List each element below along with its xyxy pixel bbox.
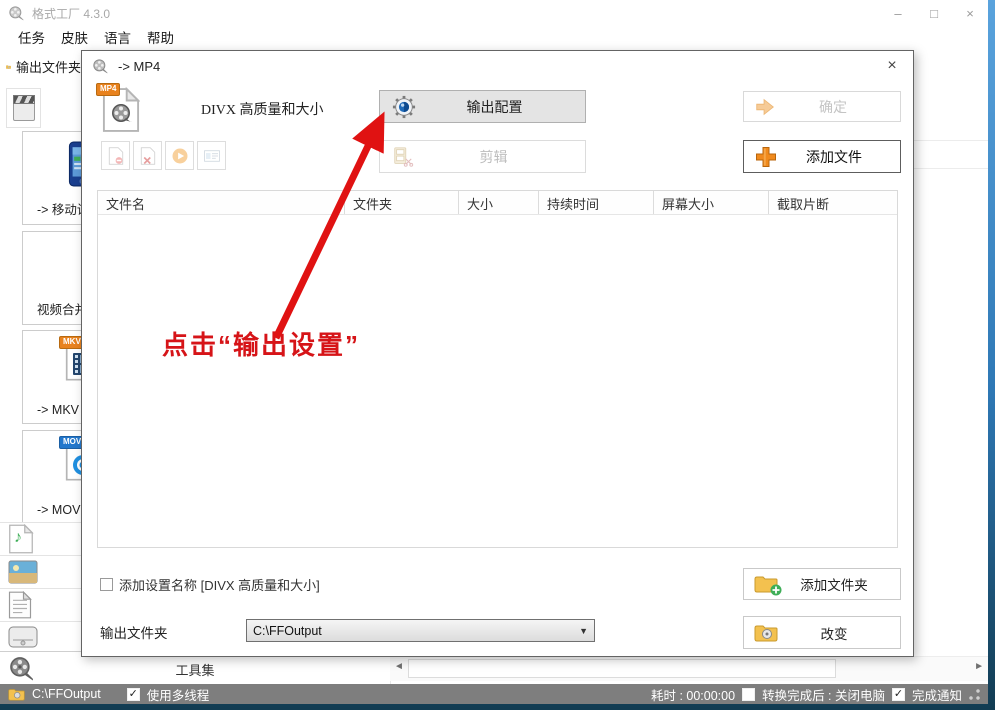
toolbar-output-folder-label: 输出文件夹 [16, 57, 81, 76]
folder-icon [6, 57, 11, 77]
menubar: 任务 皮肤 语言 帮助 [0, 26, 174, 48]
chevron-down-icon[interactable]: ▼ [579, 626, 594, 636]
add-setting-checkbox[interactable] [100, 578, 113, 591]
clip-button[interactable]: 剪辑 [379, 140, 586, 173]
output-config-button[interactable]: 输出配置 [379, 90, 586, 123]
gear-icon [392, 95, 416, 119]
elapsed-time: 耗时 : 00:00:00 [651, 685, 735, 704]
change-folder-button[interactable]: 改变 [743, 616, 901, 649]
notify-checkbox[interactable]: ✓ [892, 688, 905, 701]
column-clip-segment[interactable]: 截取片断 [769, 191, 897, 214]
add-file-button[interactable]: 添加文件 [743, 140, 901, 173]
minimize-button[interactable]: – [880, 0, 916, 26]
resize-grip[interactable] [969, 689, 980, 700]
dialog-reel-icon [92, 58, 108, 74]
column-filename[interactable]: 文件名 [98, 191, 345, 214]
multithread-checkbox[interactable]: ✓ [127, 688, 140, 701]
column-screen-size[interactable]: 屏幕大小 [654, 191, 769, 214]
menu-help[interactable]: 帮助 [147, 27, 174, 47]
properties-icon [203, 147, 221, 165]
add-folder-label: 添加文件夹 [778, 574, 890, 594]
column-size[interactable]: 大小 [459, 191, 539, 214]
scroll-right-icon[interactable]: ► [974, 661, 984, 672]
play-icon [171, 147, 189, 165]
output-folder-combobox[interactable]: C:\FFOutput ▼ [246, 619, 595, 642]
add-folder-button[interactable]: 添加文件夹 [743, 568, 901, 600]
add-folder-icon [754, 575, 778, 593]
scroll-left-icon[interactable]: ◄ [394, 661, 404, 672]
close-button[interactable]: × [952, 0, 988, 26]
clapperboard-icon [13, 95, 35, 121]
rom-device-icon [8, 626, 38, 648]
desktop-background: 格式工厂 4.3.0 – □ × 任务 皮肤 语言 帮助 输出文件夹 [0, 0, 995, 710]
notify-label: 完成通知 [912, 685, 962, 704]
remove-file-icon [107, 147, 125, 165]
ok-arrow-icon [754, 96, 776, 118]
panel-label-video-merge: 视频合并 [37, 299, 87, 318]
file-list-header: 文件名 文件夹 大小 持续时间 屏幕大小 截取片断 [98, 191, 897, 215]
dialog-header: -> MP4 × [82, 51, 913, 81]
output-folder-value: C:\FFOutput [253, 624, 322, 638]
annotation-text: 点击“输出设置” [162, 325, 360, 362]
shutdown-label: 转换完成后 : 关闭电脑 [762, 685, 885, 704]
change-folder-label: 改变 [778, 623, 890, 643]
add-setting-name-row: 添加设置名称 [DIVX 高质量和大小] [100, 575, 320, 594]
statusbar: C:\FFOutput ✓ 使用多线程 耗时 : 00:00:00 转换完成后 … [0, 684, 988, 704]
audio-file-icon: ♪ [8, 524, 34, 554]
column-duration[interactable]: 持续时间 [539, 191, 654, 214]
remove-file-button[interactable] [101, 141, 130, 170]
menu-task[interactable]: 任务 [18, 27, 45, 47]
profile-name: DIVX 高质量和大小 [201, 99, 324, 119]
picture-icon [8, 560, 38, 584]
plus-icon [754, 145, 778, 169]
add-file-label: 添加文件 [778, 147, 890, 167]
statusbar-folder-icon [8, 688, 25, 701]
column-folder[interactable]: 文件夹 [345, 191, 459, 214]
panel-label-mkv: -> MKV [37, 403, 79, 417]
mp4-output-dialog: -> MP4 × MP4 DIVX 高质量和大小 [81, 50, 914, 657]
panel-label-mov: -> MOV [37, 503, 80, 517]
ok-button[interactable]: 确定 [743, 91, 901, 122]
mp4-badge: MP4 [96, 83, 120, 96]
music-note-icon: ♪ [14, 529, 22, 547]
dialog-title: -> MP4 [118, 59, 160, 74]
menu-language[interactable]: 语言 [104, 27, 131, 47]
change-folder-icon [754, 624, 778, 642]
play-button[interactable] [165, 141, 194, 170]
file-list: 文件名 文件夹 大小 持续时间 屏幕大小 截取片断 [97, 190, 898, 548]
clear-list-icon [139, 147, 157, 165]
shutdown-checkbox[interactable] [742, 688, 755, 701]
menu-skin[interactable]: 皮肤 [61, 27, 88, 47]
output-folder-label: 输出文件夹 [100, 622, 168, 642]
window-title: 格式工厂 4.3.0 [32, 5, 110, 22]
multithread-label: 使用多线程 [147, 685, 210, 704]
output-config-label: 输出配置 [416, 97, 573, 117]
document-icon [8, 591, 32, 619]
horizontal-scrollbar[interactable]: ◄ ► [390, 656, 988, 681]
toolset-label: 工具集 [0, 660, 390, 679]
scrollbar-thumb[interactable] [408, 659, 836, 678]
tab-video-category[interactable] [6, 88, 41, 128]
clip-label: 剪辑 [414, 147, 573, 167]
ok-label: 确定 [776, 97, 890, 117]
clip-film-icon [392, 146, 414, 168]
app-logo-icon [8, 5, 24, 21]
add-setting-label: 添加设置名称 [DIVX 高质量和大小] [119, 575, 320, 594]
window-controls: – □ × [880, 0, 988, 26]
toolbar-output-folder-button[interactable]: 输出文件夹 [6, 52, 81, 81]
mp4-file-icon: MP4 [102, 87, 140, 133]
properties-button[interactable] [197, 141, 226, 170]
maximize-button[interactable]: □ [916, 0, 952, 26]
dialog-close-icon[interactable]: × [881, 57, 903, 75]
titlebar: 格式工厂 4.3.0 – □ × [0, 0, 988, 26]
clear-list-button[interactable] [133, 141, 162, 170]
statusbar-output-path[interactable]: C:\FFOutput [32, 687, 101, 701]
